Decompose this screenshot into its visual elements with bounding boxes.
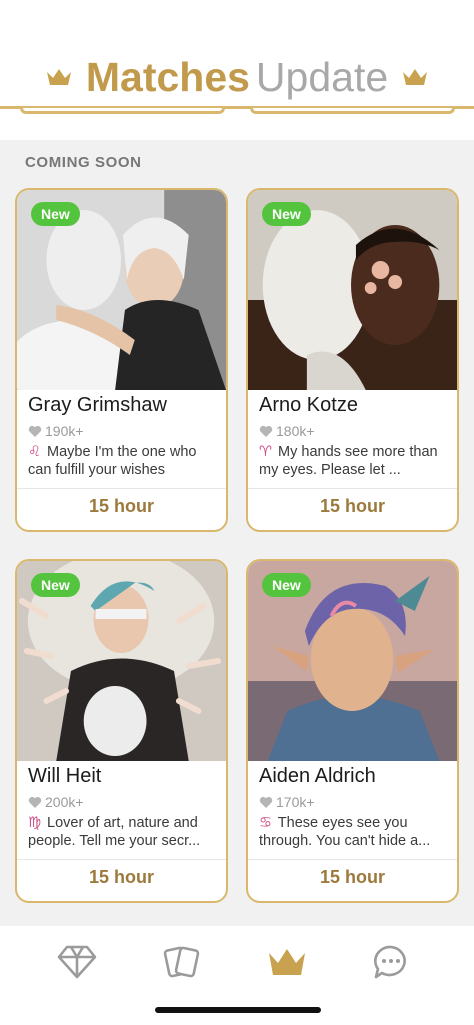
character-bio: ♌ Maybe I'm the one who can fulfill your… [28, 443, 221, 479]
card-divider [248, 859, 457, 860]
match-card[interactable]: New Gray Grimshaw 190k+ ♌ Maybe I'm the … [15, 188, 228, 532]
match-card[interactable]: New Will Heit 200k+ ♍ Lover of art, natu… [15, 559, 228, 903]
diamond-icon [57, 945, 97, 979]
nav-chat[interactable] [363, 934, 419, 990]
title-bold: Matches [85, 54, 250, 100]
section-label: COMING SOON [25, 154, 142, 171]
bio-text: Lover of art, nature and people. Tell me… [28, 815, 201, 849]
title-light: Update [255, 54, 389, 100]
tab-left[interactable] [20, 108, 225, 114]
likes-value: 170k+ [276, 794, 315, 810]
card-divider [248, 488, 457, 489]
timer: 15 hour [88, 496, 154, 516]
match-card[interactable]: New Aiden Aldrich 170k+ ♋ These eyes see… [246, 559, 459, 903]
page-title: Matches Update [86, 52, 388, 102]
new-badge: New [31, 202, 80, 226]
character-portrait: New [248, 561, 457, 761]
home-indicator[interactable] [155, 1007, 321, 1013]
bio-text: Maybe I'm the one who can fulfill your w… [28, 444, 197, 478]
likes-value: 180k+ [276, 423, 315, 439]
heart-icon [28, 796, 42, 808]
character-portrait: New [248, 190, 457, 390]
crown-icon [46, 69, 71, 85]
new-badge: New [31, 573, 80, 597]
cards-icon [163, 946, 200, 978]
bio-text: My hands see more than my eyes. Please l… [259, 444, 438, 478]
heart-icon [259, 796, 273, 808]
likes-value: 200k+ [45, 794, 84, 810]
character-portrait: New [17, 190, 226, 390]
character-bio: ♋ These eyes see you through. You can't … [259, 814, 452, 850]
character-portrait: New [17, 561, 226, 761]
new-badge: New [262, 202, 311, 226]
new-badge: New [262, 573, 311, 597]
character-bio: ♈ My hands see more than my eyes. Please… [259, 443, 452, 479]
timer: 15 hour [319, 496, 385, 516]
matches-list[interactable]: COMING SOON New Gray Grimshaw 190k+ ♌ Ma… [0, 140, 474, 926]
tab-right[interactable] [250, 108, 455, 114]
character-bio: ♍ Lover of art, nature and people. Tell … [28, 814, 221, 850]
crown-icon [269, 949, 305, 975]
heart-icon [28, 425, 42, 437]
timer: 15 hour [319, 867, 385, 887]
chat-icon [374, 945, 406, 979]
aries-icon: ♈ [259, 444, 272, 460]
match-card[interactable]: New Arno Kotze 180k+ ♈ My hands see more… [246, 188, 459, 532]
likes-count: 190k+ [28, 423, 84, 439]
title-row: Matches Update [0, 52, 474, 102]
cancer-icon: ♋ [259, 815, 272, 831]
character-name: Aiden Aldrich [259, 765, 376, 787]
likes-value: 190k+ [45, 423, 84, 439]
timer: 15 hour [88, 867, 154, 887]
header: Matches Update [0, 0, 474, 140]
character-name: Will Heit [28, 765, 102, 787]
character-name: Arno Kotze [259, 394, 358, 416]
card-divider [17, 488, 226, 489]
bio-text: These eyes see you through. You can't hi… [259, 815, 431, 849]
likes-count: 180k+ [259, 423, 315, 439]
virgo-icon: ♍ [28, 815, 41, 831]
leo-icon: ♌ [28, 444, 41, 460]
character-name: Gray Grimshaw [28, 394, 167, 416]
nav-cards[interactable] [154, 934, 210, 990]
likes-count: 170k+ [259, 794, 315, 810]
card-divider [17, 859, 226, 860]
likes-count: 200k+ [28, 794, 84, 810]
nav-matches[interactable] [259, 934, 315, 990]
heart-icon [259, 425, 273, 437]
nav-diamond[interactable] [49, 934, 105, 990]
crown-icon [403, 69, 428, 85]
